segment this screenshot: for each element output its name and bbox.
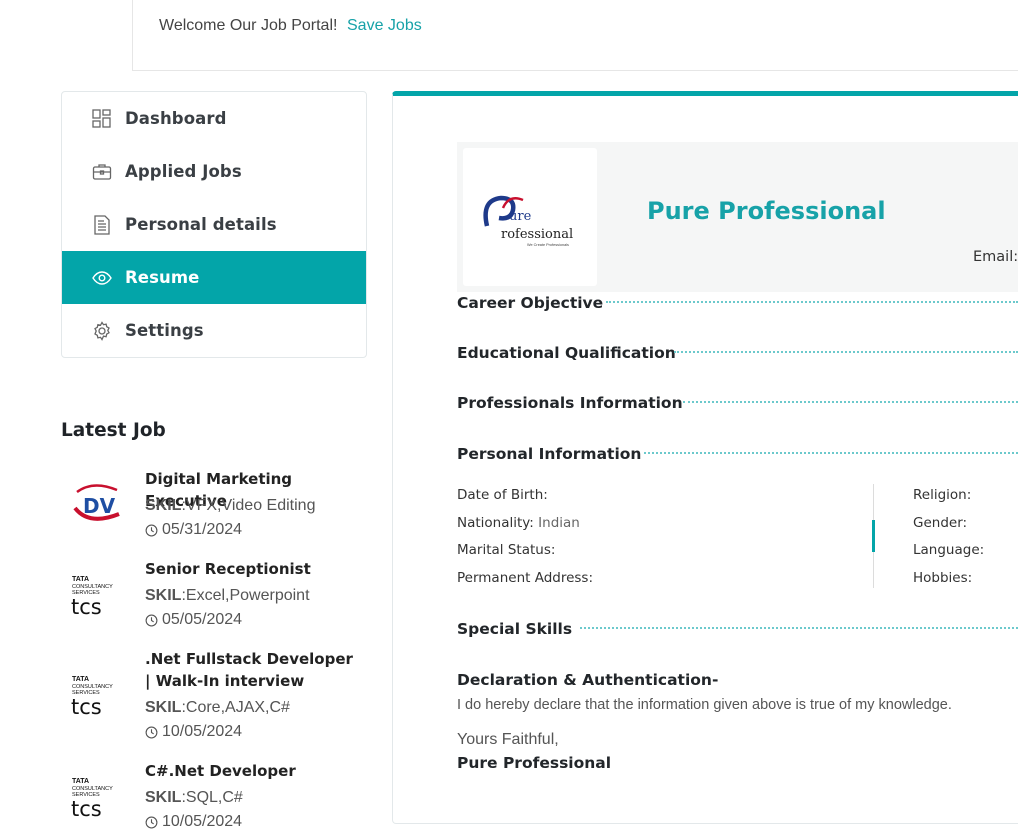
permanent-address-label: Permanent Address: (457, 570, 594, 586)
date-value: 05/31/2024 (162, 521, 243, 538)
logo-text: TATA (72, 576, 89, 583)
date-value: 10/05/2024 (162, 723, 243, 740)
logo-text: TATA (72, 676, 89, 683)
company-logo: TATA CONSULTANCY SERVICES tcs (69, 570, 125, 620)
logo-text: tcs (71, 595, 102, 619)
job-title[interactable]: .Net Fullstack Developer | Walk-In inter… (145, 648, 355, 692)
company-logo: DV (69, 478, 125, 528)
skil-label: SKIL (145, 497, 182, 514)
job-skills: SKIL:SQL,C# (145, 789, 243, 807)
welcome-text: Welcome Our Job Portal! (159, 17, 338, 34)
job-skills: SKIL:VFX,Video Editing (145, 497, 315, 515)
job-title[interactable]: C#.Net Developer (145, 760, 355, 782)
job-date: 10/05/2024 (145, 813, 242, 831)
logo-text: rofessional (501, 227, 573, 242)
signature-name: Pure Professional (457, 754, 612, 772)
nationality-label: Nationality: (457, 515, 534, 531)
sidebar-item-personal-details[interactable]: Personal details (62, 198, 366, 251)
job-skills: SKIL:Excel,Powerpoint (145, 587, 310, 605)
section-divider (606, 301, 1018, 303)
section-declaration: Declaration & Authentication- (457, 671, 719, 689)
sidebar-item-applied-jobs[interactable]: Applied Jobs (62, 145, 366, 198)
gender-label: Gender: (913, 515, 968, 531)
skills-value: :VFX,Video Editing (181, 497, 316, 514)
pure-professional-logo: ure rofessional We Create Professionals (483, 195, 573, 247)
nationality-value: Indian (538, 515, 580, 531)
logo-text: ure (509, 209, 532, 224)
sidebar-item-dashboard[interactable]: Dashboard (62, 92, 366, 145)
skills-value: :Core,AJAX,C# (181, 699, 290, 716)
briefcase-icon (91, 161, 113, 183)
gear-icon (91, 320, 113, 342)
sidebar-item-label: Dashboard (125, 109, 227, 128)
email-label: Email: (973, 249, 1018, 265)
document-icon (91, 214, 113, 236)
clock-icon (145, 816, 158, 828)
skil-label: SKIL (145, 699, 182, 716)
sidebar-item-settings[interactable]: Settings (62, 304, 366, 357)
save-jobs-link[interactable]: Save Jobs (347, 17, 422, 35)
date-value: 05/05/2024 (162, 611, 243, 628)
top-bar: Welcome Our Job Portal! Save Jobs (132, 0, 1018, 71)
hobbies-label: Hobbies: (913, 570, 973, 586)
job-date: 05/05/2024 (145, 611, 242, 629)
sidebar-nav: Dashboard Applied Jobs Personal details … (61, 91, 367, 358)
religion-label: Religion: (913, 487, 972, 503)
job-skills: SKIL:Core,AJAX,C# (145, 699, 290, 717)
logo-tagline: We Create Professionals (527, 243, 569, 247)
skills-value: :Excel,Powerpoint (181, 587, 310, 604)
skills-value: :SQL,C# (181, 789, 243, 806)
section-divider (674, 351, 1018, 353)
clock-icon (145, 726, 158, 738)
sidebar-item-label: Personal details (125, 215, 277, 234)
closing-text: Yours Faithful, (457, 731, 559, 748)
section-personal-information: Personal Information (457, 445, 642, 463)
column-divider-accent (872, 520, 875, 552)
section-divider (683, 401, 1018, 403)
logo-text: TATA (72, 778, 89, 785)
company-logo: TATA CONSULTANCY SERVICES tcs (69, 772, 125, 822)
clock-icon (145, 614, 158, 626)
clock-icon (145, 524, 158, 536)
latest-job-heading: Latest Job (61, 420, 166, 441)
sidebar-item-label: Resume (125, 268, 200, 287)
job-date: 05/31/2024 (145, 521, 242, 539)
nationality-row: Nationality: Indian (457, 515, 580, 531)
eye-icon (91, 267, 113, 289)
section-divider (644, 452, 1018, 454)
date-value: 10/05/2024 (162, 813, 243, 830)
section-special-skills: Special Skills (457, 620, 573, 638)
logo-text: DV (83, 494, 116, 518)
section-divider (580, 627, 1018, 629)
declaration-text: I do hereby declare that the information… (457, 697, 952, 713)
skil-label: SKIL (145, 587, 182, 604)
section-professionals-information: Professionals Information (457, 394, 683, 412)
job-title[interactable]: Senior Receptionist (145, 558, 355, 580)
sidebar-item-label: Applied Jobs (125, 162, 242, 181)
logo-text: tcs (71, 797, 102, 821)
dob-label: Date of Birth: (457, 487, 548, 503)
dashboard-icon (91, 108, 113, 130)
logo-text: tcs (71, 695, 102, 719)
sidebar-item-label: Settings (125, 321, 204, 340)
company-logo-box: ure rofessional We Create Professionals (463, 148, 597, 286)
section-career-objective: Career Objective (457, 294, 604, 312)
company-name: Pure Professional (647, 197, 886, 225)
language-label: Language: (913, 542, 985, 558)
section-educational-qualification: Educational Qualification (457, 344, 676, 362)
sidebar-item-resume[interactable]: Resume (62, 251, 366, 304)
skil-label: SKIL (145, 789, 182, 806)
company-logo: TATA CONSULTANCY SERVICES tcs (69, 670, 125, 720)
marital-status-label: Marital Status: (457, 542, 556, 558)
job-date: 10/05/2024 (145, 723, 242, 741)
